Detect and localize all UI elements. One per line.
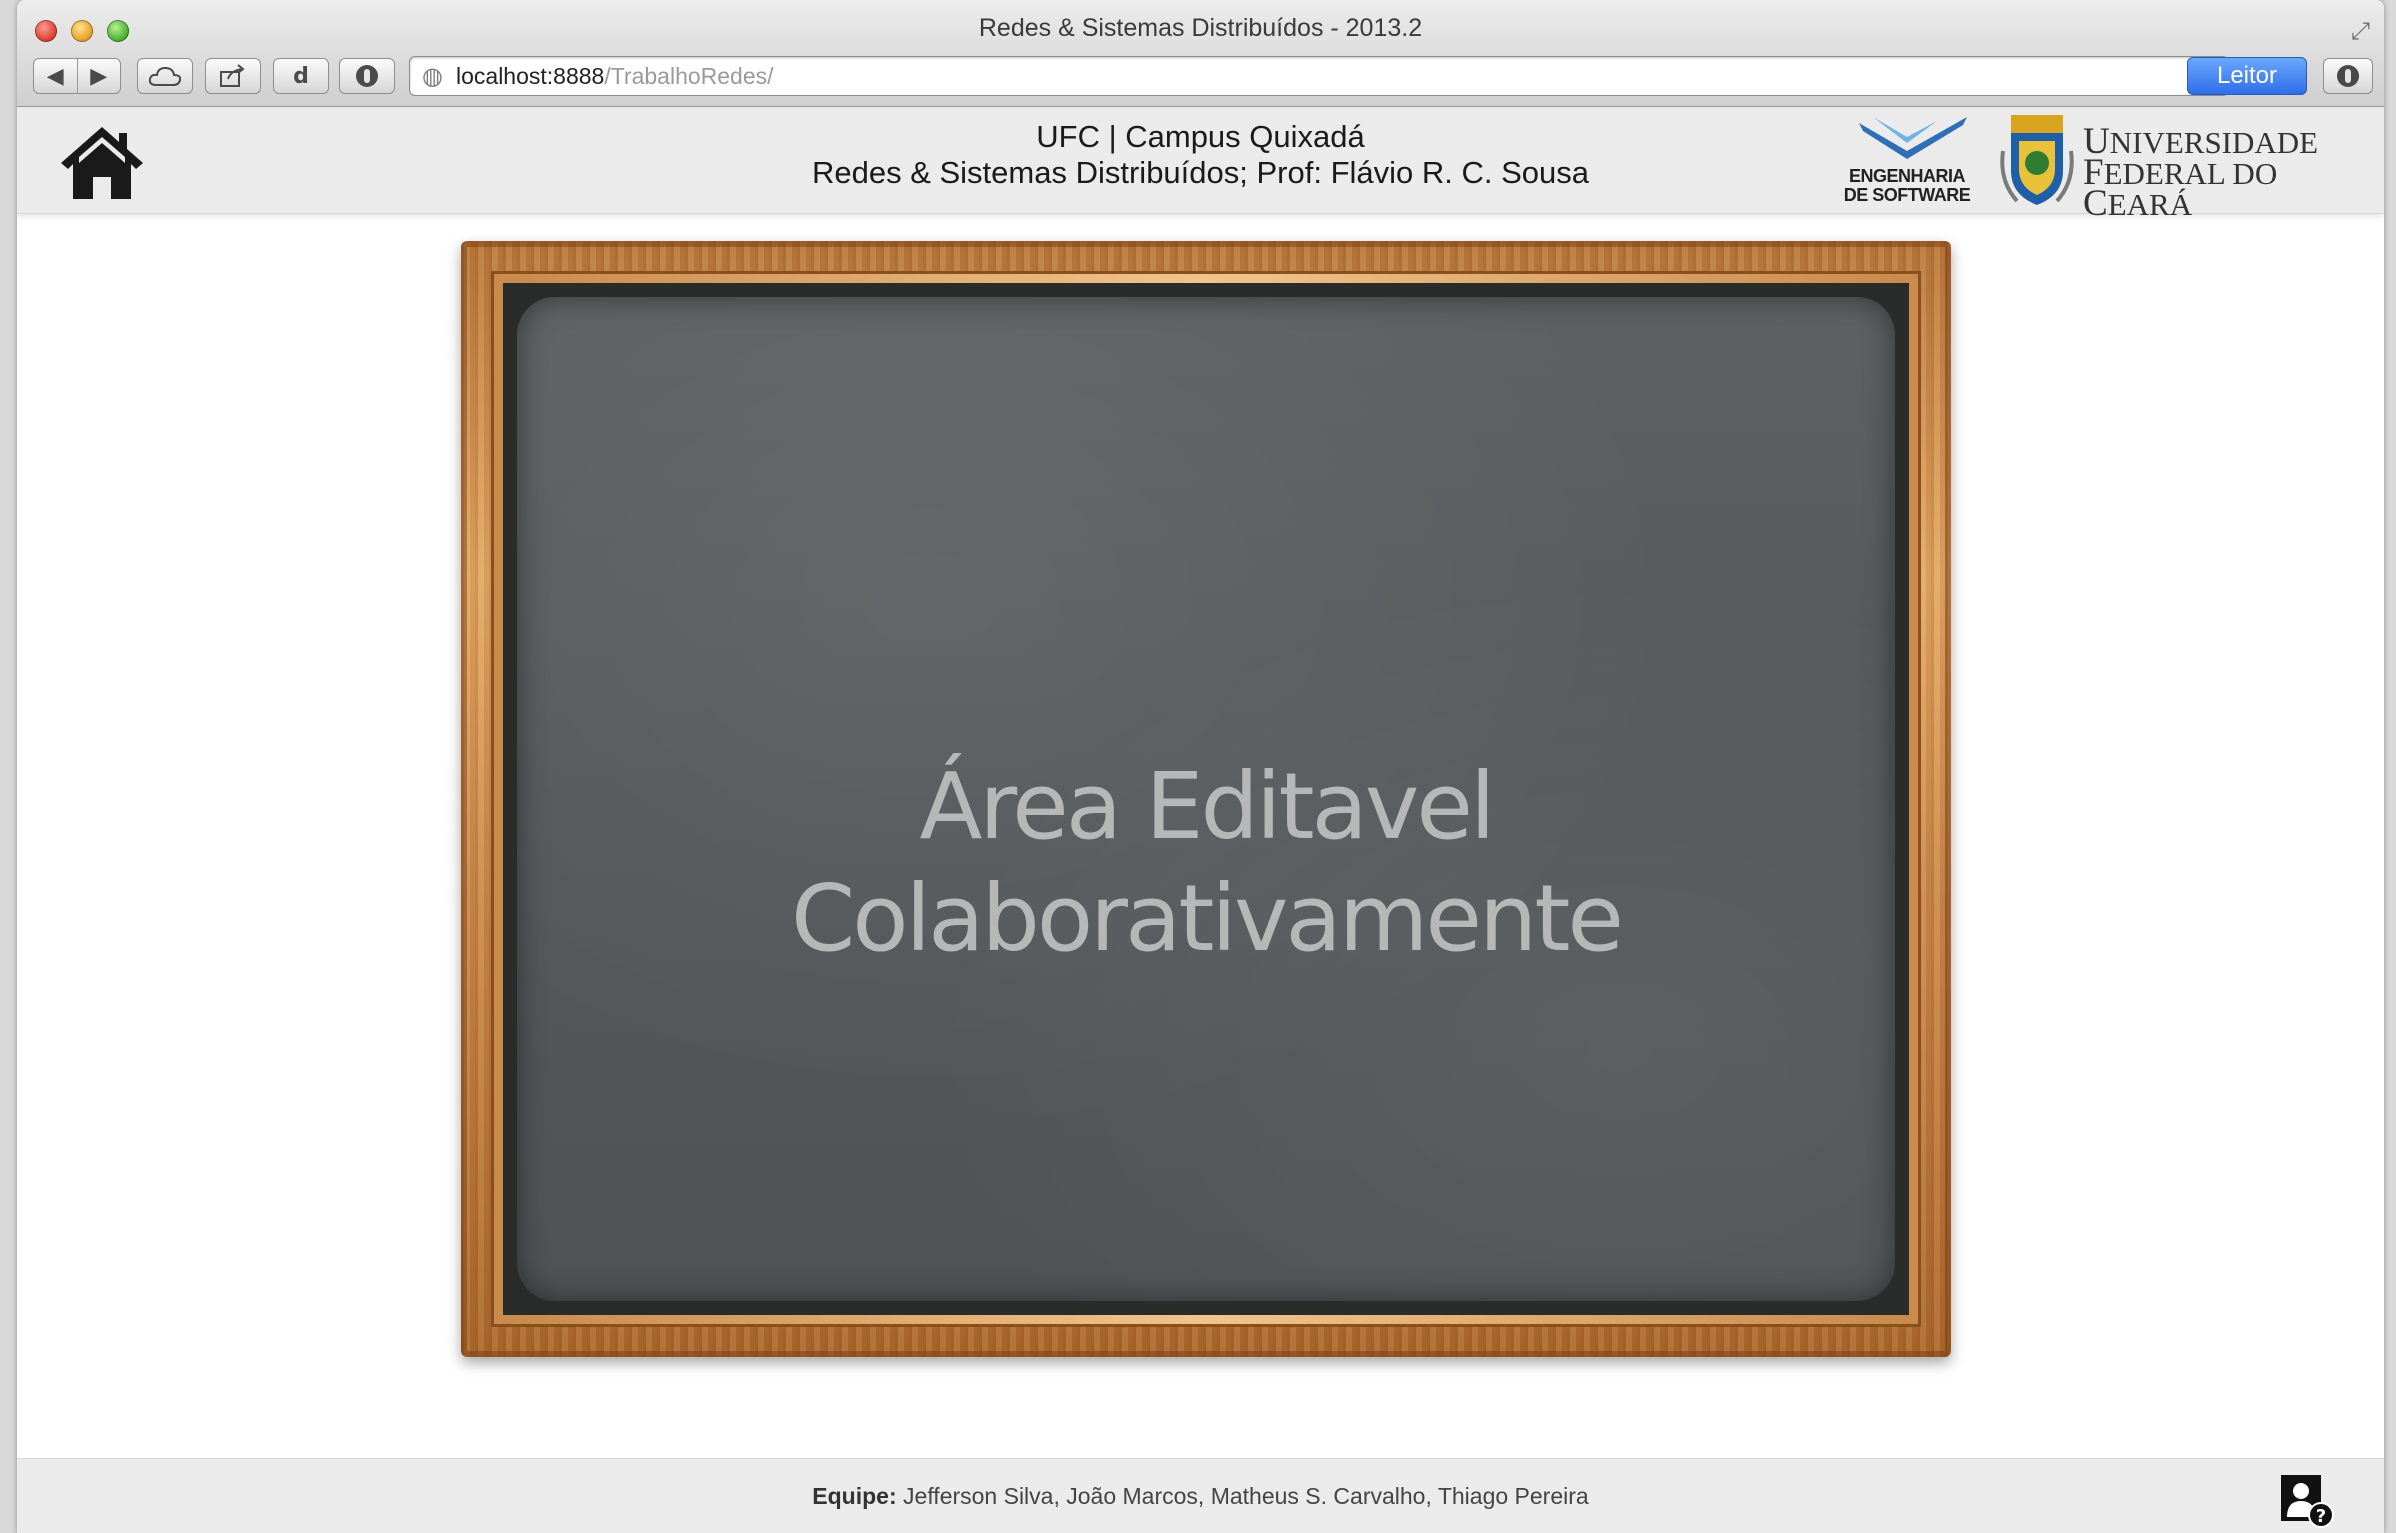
forward-icon[interactable]: ▶ xyxy=(77,63,120,89)
delicious-extension-button[interactable]: d xyxy=(273,58,329,94)
svg-text:?: ? xyxy=(2316,1506,2326,1527)
chalkboard-line1: Área Editavel xyxy=(919,753,1495,860)
browser-toolbar: Redes & Sistemas Distribuídos - 2013.2 ⤢… xyxy=(17,0,2384,107)
downloads-button[interactable] xyxy=(2323,58,2373,94)
eng-logo-line2: DE SOFTWARE xyxy=(1843,185,1971,205)
url-host: localhost:8888 xyxy=(456,63,605,89)
reader-button[interactable]: Leitor xyxy=(2187,57,2307,95)
chevron-logo-icon xyxy=(1859,117,1967,159)
fullscreen-icon[interactable]: ⤢ xyxy=(2351,18,2370,46)
chalkboard-text: Área Editavel Colaborativamente xyxy=(517,751,1895,975)
team-credits: Equipe: Jefferson Silva, João Marcos, Ma… xyxy=(17,1483,2384,1510)
cloud-icon xyxy=(148,66,182,86)
icloud-tabs-button[interactable] xyxy=(137,58,193,94)
url-text: localhost:8888/TrabalhoRedes/ xyxy=(456,63,774,90)
chalkboard-line2: Colaborativamente xyxy=(790,865,1624,972)
editable-chalkboard[interactable]: Área Editavel Colaborativamente xyxy=(517,297,1895,1301)
chalkboard-frame: Área Editavel Colaborativamente xyxy=(461,241,1951,1357)
site-footer: Equipe: Jefferson Silva, João Marcos, Ma… xyxy=(17,1458,2384,1533)
download-icon xyxy=(2337,65,2359,87)
chalkboard-inner-frame: Área Editavel Colaborativamente xyxy=(491,271,1921,1327)
ufc-name: UNIVERSIDADE FEDERAL DO CEARÁ xyxy=(2083,121,2384,224)
engenharia-software-logo: ENGENHARIA DE SOFTWARE xyxy=(1837,113,1977,213)
back-icon[interactable]: ◀ xyxy=(34,63,77,89)
user-help-icon[interactable]: ? xyxy=(2279,1473,2335,1529)
globe-icon: ◍ xyxy=(422,63,443,90)
ufc-name-line1: UNIVERSIDADE xyxy=(2083,121,2319,162)
eng-logo-text: ENGENHARIA DE SOFTWARE xyxy=(1837,167,1977,205)
back-forward-buttons: ◀ ▶ xyxy=(33,58,121,94)
ufc-name-line2: FEDERAL DO CEARÁ xyxy=(2083,152,2278,224)
extension-icon xyxy=(356,65,378,87)
chalkboard-border: Área Editavel Colaborativamente xyxy=(503,283,1909,1315)
url-path: /TrabalhoRedes/ xyxy=(604,63,774,89)
ufc-seal-icon xyxy=(2000,115,2074,205)
team-label: Equipe: xyxy=(812,1483,897,1509)
window-title: Redes & Sistemas Distribuídos - 2013.2 xyxy=(978,14,1423,42)
share-button[interactable] xyxy=(205,58,261,94)
share-icon xyxy=(220,64,245,87)
eng-logo-line1: ENGENHARIA xyxy=(1848,166,1966,186)
extension-button[interactable] xyxy=(339,58,395,94)
team-members: Jefferson Silva, João Marcos, Matheus S.… xyxy=(903,1483,1589,1509)
address-bar[interactable]: ◍ localhost:8888/TrabalhoRedes/ ↻ xyxy=(409,56,2229,96)
browser-window: Redes & Sistemas Distribuídos - 2013.2 ⤢… xyxy=(17,0,2384,1533)
site-header: UFC | Campus Quixadá Redes & Sistemas Di… xyxy=(17,107,2384,222)
